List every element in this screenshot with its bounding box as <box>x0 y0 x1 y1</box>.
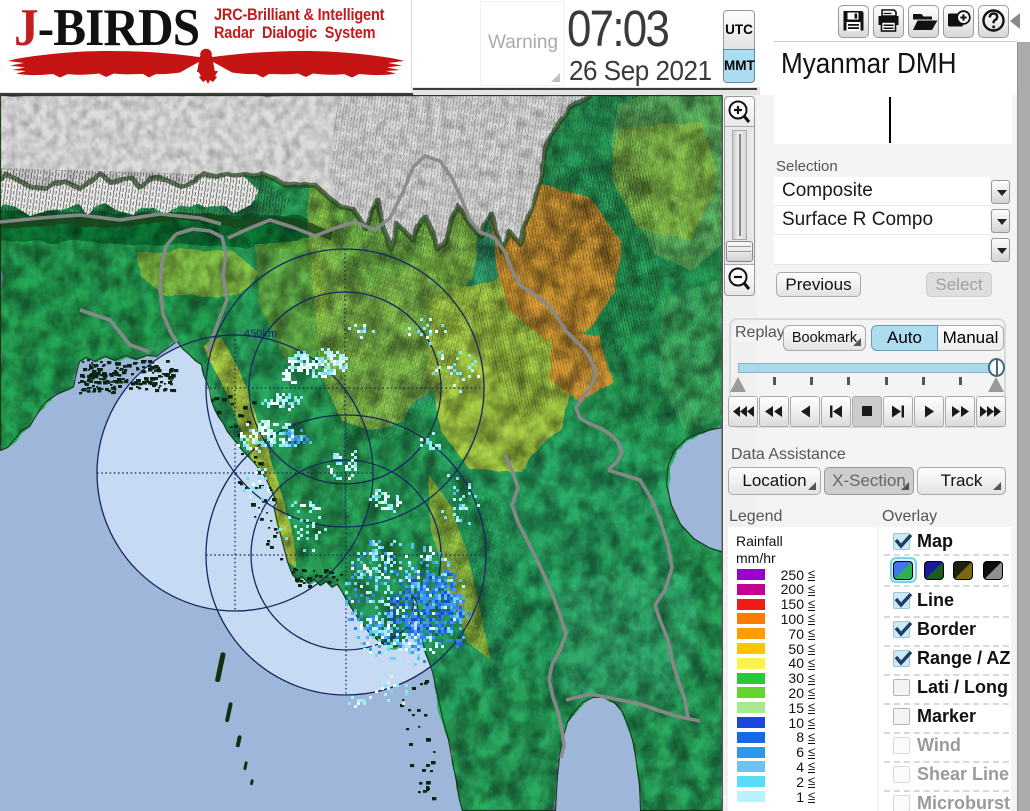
svg-text:450km: 450km <box>244 328 277 340</box>
